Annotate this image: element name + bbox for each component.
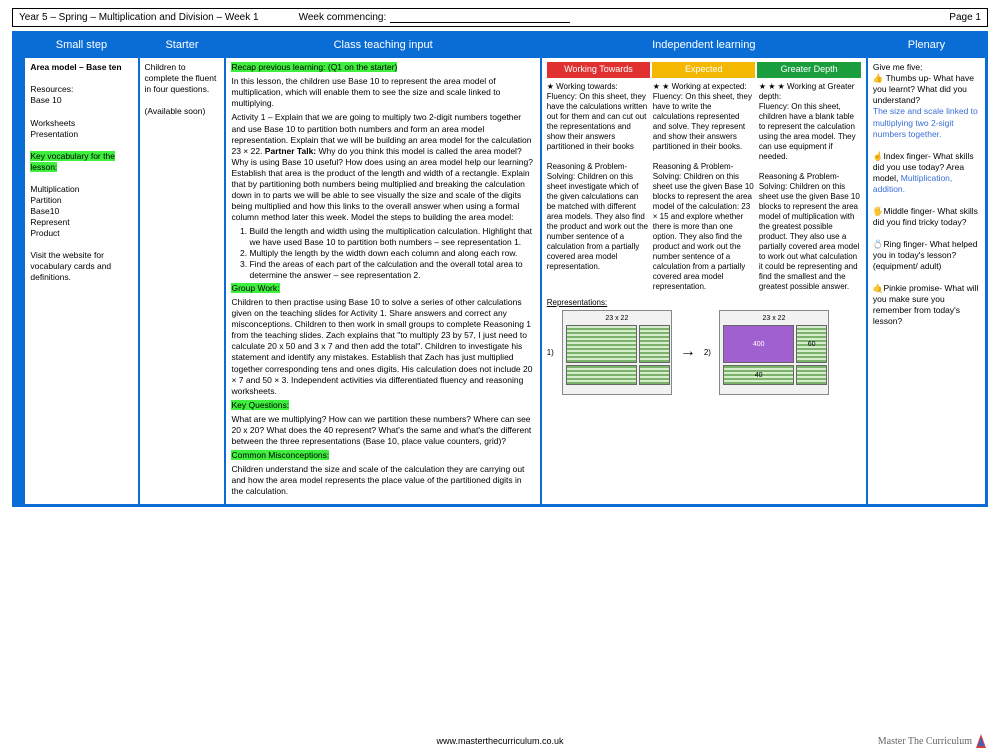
col-teaching: Class teaching input bbox=[225, 33, 540, 58]
doc-title: Year 5 – Spring – Multiplication and Div… bbox=[19, 12, 259, 23]
representation-1: 23 x 22 bbox=[562, 310, 672, 395]
label-greater-depth: Greater Depth bbox=[757, 62, 860, 78]
independent-cell: Working Towards Expected Greater Depth ★… bbox=[541, 57, 867, 505]
starter-cell: Children to complete the fluent in four … bbox=[139, 57, 226, 505]
flame-icon bbox=[976, 734, 986, 748]
brand-logo: Master The Curriculum bbox=[878, 734, 986, 748]
label-working-towards: Working Towards bbox=[547, 62, 650, 78]
arrow-icon: → bbox=[680, 342, 696, 363]
representation-2: 23 x 22 40060 40 bbox=[719, 310, 829, 395]
greater-depth-text: ★ ★ ★ Working at Greater depth: Fluency:… bbox=[759, 82, 861, 292]
col-smallstep: Small step bbox=[24, 33, 138, 58]
page-number: Page 1 bbox=[949, 12, 981, 23]
planning-table: Small step Starter Class teaching input … bbox=[12, 31, 988, 507]
col-independent: Independent learning bbox=[541, 33, 867, 58]
col-plenary: Plenary bbox=[867, 33, 987, 58]
teaching-cell: Recap previous learning: (Q1 on the star… bbox=[225, 57, 540, 505]
week-commencing: Week commencing: bbox=[299, 12, 571, 23]
representations: Representations: 1) 23 x 22 → 2) 23 x 22 bbox=[547, 298, 861, 395]
footer-url: www.masterthecurriculum.co.uk bbox=[0, 736, 1000, 746]
page-header: Year 5 – Spring – Multiplication and Div… bbox=[12, 8, 988, 27]
label-expected: Expected bbox=[652, 62, 755, 78]
smallstep-cell: Area model – Base ten Resources: Base 10… bbox=[24, 57, 138, 505]
plenary-cell: Give me five: 👍 Thumbs up- What have you… bbox=[867, 57, 987, 505]
working-towards-text: ★ Working towards: Fluency: On this shee… bbox=[547, 82, 649, 292]
expected-text: ★ ★ Working at expected: Fluency: On thi… bbox=[653, 82, 755, 292]
col-starter: Starter bbox=[139, 33, 226, 58]
